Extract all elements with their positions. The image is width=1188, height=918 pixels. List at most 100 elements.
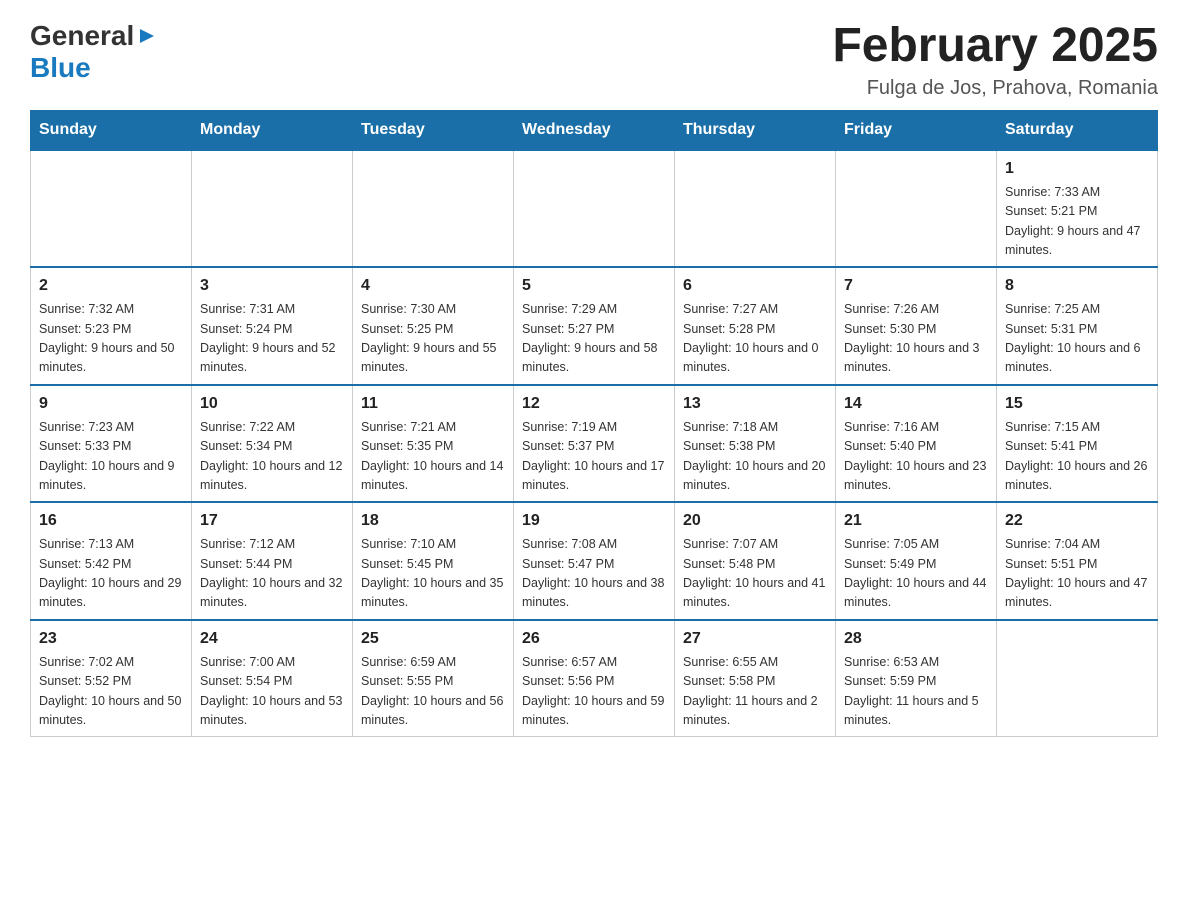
day-number: 12 [522,392,666,416]
calendar-day-cell: 9 Sunrise: 7:23 AMSunset: 5:33 PMDaylight… [31,385,192,503]
day-info: Sunrise: 7:32 AMSunset: 5:23 PMDaylight:… [39,302,175,374]
calendar-header-wednesday: Wednesday [514,110,675,150]
day-number: 2 [39,274,183,298]
calendar-header-saturday: Saturday [997,110,1158,150]
day-number: 7 [844,274,988,298]
calendar-day-cell: 4 Sunrise: 7:30 AMSunset: 5:25 PMDaylight… [353,267,514,385]
day-info: Sunrise: 7:21 AMSunset: 5:35 PMDaylight:… [361,420,503,492]
logo-general-text: General [30,20,134,52]
day-number: 27 [683,627,827,651]
day-info: Sunrise: 7:16 AMSunset: 5:40 PMDaylight:… [844,420,986,492]
day-number: 13 [683,392,827,416]
calendar-week-row: 9 Sunrise: 7:23 AMSunset: 5:33 PMDaylight… [31,385,1158,503]
calendar-week-row: 1Sunrise: 7:33 AMSunset: 5:21 PMDaylight… [31,150,1158,268]
calendar-header-thursday: Thursday [675,110,836,150]
calendar-day-cell: 6 Sunrise: 7:27 AMSunset: 5:28 PMDaylight… [675,267,836,385]
title-block: February 2025 Fulga de Jos, Prahova, Rom… [832,20,1158,100]
calendar-day-cell: 7 Sunrise: 7:26 AMSunset: 5:30 PMDaylight… [836,267,997,385]
day-info: Sunrise: 7:30 AMSunset: 5:25 PMDaylight:… [361,302,497,374]
calendar-day-cell [31,150,192,268]
day-info: Sunrise: 7:23 AMSunset: 5:33 PMDaylight:… [39,420,175,492]
day-number: 17 [200,509,344,533]
calendar-day-cell: 3 Sunrise: 7:31 AMSunset: 5:24 PMDaylight… [192,267,353,385]
calendar-day-cell: 28 Sunrise: 6:53 AMSunset: 5:59 PMDayligh… [836,620,997,737]
location-text: Fulga de Jos, Prahova, Romania [832,77,1158,100]
day-number: 3 [200,274,344,298]
day-number: 8 [1005,274,1149,298]
day-info: Sunrise: 7:31 AMSunset: 5:24 PMDaylight:… [200,302,336,374]
day-info: Sunrise: 7:02 AMSunset: 5:52 PMDaylight:… [39,655,181,727]
day-number: 25 [361,627,505,651]
day-number: 28 [844,627,988,651]
day-info: Sunrise: 7:18 AMSunset: 5:38 PMDaylight:… [683,420,825,492]
day-info: Sunrise: 7:22 AMSunset: 5:34 PMDaylight:… [200,420,342,492]
day-number: 5 [522,274,666,298]
logo: General Blue [30,20,156,84]
calendar-header-tuesday: Tuesday [353,110,514,150]
day-number: 9 [39,392,183,416]
calendar-day-cell: 20Sunrise: 7:07 AMSunset: 5:48 PMDayligh… [675,502,836,620]
day-number: 1 [1005,157,1149,181]
calendar-day-cell: 5 Sunrise: 7:29 AMSunset: 5:27 PMDaylight… [514,267,675,385]
logo-arrow-icon [138,27,156,50]
calendar-day-cell: 23 Sunrise: 7:02 AMSunset: 5:52 PMDayligh… [31,620,192,737]
day-info: Sunrise: 7:13 AMSunset: 5:42 PMDaylight:… [39,537,181,609]
day-number: 11 [361,392,505,416]
calendar-header-friday: Friday [836,110,997,150]
calendar-day-cell: 24 Sunrise: 7:00 AMSunset: 5:54 PMDayligh… [192,620,353,737]
day-number: 10 [200,392,344,416]
calendar-day-cell: 17Sunrise: 7:12 AMSunset: 5:44 PMDayligh… [192,502,353,620]
calendar-day-cell: 10 Sunrise: 7:22 AMSunset: 5:34 PMDayligh… [192,385,353,503]
calendar-header-row: SundayMondayTuesdayWednesdayThursdayFrid… [31,110,1158,150]
day-number: 4 [361,274,505,298]
calendar-day-cell: 12Sunrise: 7:19 AMSunset: 5:37 PMDayligh… [514,385,675,503]
calendar-header-monday: Monday [192,110,353,150]
calendar-day-cell [353,150,514,268]
month-title: February 2025 [832,20,1158,73]
day-info: Sunrise: 7:26 AMSunset: 5:30 PMDaylight:… [844,302,980,374]
calendar-day-cell [675,150,836,268]
page-header: General Blue February 2025 Fulga de Jos,… [30,20,1158,100]
day-number: 16 [39,509,183,533]
calendar-week-row: 16 Sunrise: 7:13 AMSunset: 5:42 PMDayligh… [31,502,1158,620]
calendar-day-cell: 16 Sunrise: 7:13 AMSunset: 5:42 PMDayligh… [31,502,192,620]
calendar-day-cell [997,620,1158,737]
calendar-table: SundayMondayTuesdayWednesdayThursdayFrid… [30,110,1158,738]
calendar-day-cell: 1Sunrise: 7:33 AMSunset: 5:21 PMDaylight… [997,150,1158,268]
calendar-day-cell [192,150,353,268]
day-number: 6 [683,274,827,298]
calendar-day-cell: 2 Sunrise: 7:32 AMSunset: 5:23 PMDaylight… [31,267,192,385]
day-info: Sunrise: 7:08 AMSunset: 5:47 PMDaylight:… [522,537,664,609]
calendar-week-row: 2 Sunrise: 7:32 AMSunset: 5:23 PMDaylight… [31,267,1158,385]
calendar-day-cell: 25 Sunrise: 6:59 AMSunset: 5:55 PMDayligh… [353,620,514,737]
day-info: Sunrise: 7:29 AMSunset: 5:27 PMDaylight:… [522,302,658,374]
calendar-day-cell: 8 Sunrise: 7:25 AMSunset: 5:31 PMDaylight… [997,267,1158,385]
logo-blue-text: Blue [30,52,91,83]
day-number: 22 [1005,509,1149,533]
calendar-week-row: 23 Sunrise: 7:02 AMSunset: 5:52 PMDayligh… [31,620,1158,737]
day-info: Sunrise: 7:10 AMSunset: 5:45 PMDaylight:… [361,537,503,609]
calendar-day-cell: 18 Sunrise: 7:10 AMSunset: 5:45 PMDayligh… [353,502,514,620]
day-number: 21 [844,509,988,533]
calendar-day-cell: 26 Sunrise: 6:57 AMSunset: 5:56 PMDayligh… [514,620,675,737]
calendar-day-cell: 15 Sunrise: 7:15 AMSunset: 5:41 PMDayligh… [997,385,1158,503]
day-number: 15 [1005,392,1149,416]
day-number: 23 [39,627,183,651]
calendar-day-cell: 22 Sunrise: 7:04 AMSunset: 5:51 PMDayligh… [997,502,1158,620]
day-info: Sunrise: 7:15 AMSunset: 5:41 PMDaylight:… [1005,420,1147,492]
calendar-day-cell: 11 Sunrise: 7:21 AMSunset: 5:35 PMDayligh… [353,385,514,503]
day-info: Sunrise: 7:05 AMSunset: 5:49 PMDaylight:… [844,537,986,609]
day-number: 24 [200,627,344,651]
day-number: 26 [522,627,666,651]
day-info: Sunrise: 7:04 AMSunset: 5:51 PMDaylight:… [1005,537,1147,609]
day-number: 19 [522,509,666,533]
calendar-day-cell: 21 Sunrise: 7:05 AMSunset: 5:49 PMDayligh… [836,502,997,620]
day-info: Sunrise: 6:59 AMSunset: 5:55 PMDaylight:… [361,655,503,727]
day-info: Sunrise: 7:00 AMSunset: 5:54 PMDaylight:… [200,655,342,727]
day-info: Sunrise: 6:57 AMSunset: 5:56 PMDaylight:… [522,655,664,727]
day-info: Sunrise: 7:25 AMSunset: 5:31 PMDaylight:… [1005,302,1141,374]
calendar-day-cell: 19 Sunrise: 7:08 AMSunset: 5:47 PMDayligh… [514,502,675,620]
day-info: Sunrise: 6:53 AMSunset: 5:59 PMDaylight:… [844,655,979,727]
day-info: Sunrise: 7:27 AMSunset: 5:28 PMDaylight:… [683,302,819,374]
day-number: 18 [361,509,505,533]
